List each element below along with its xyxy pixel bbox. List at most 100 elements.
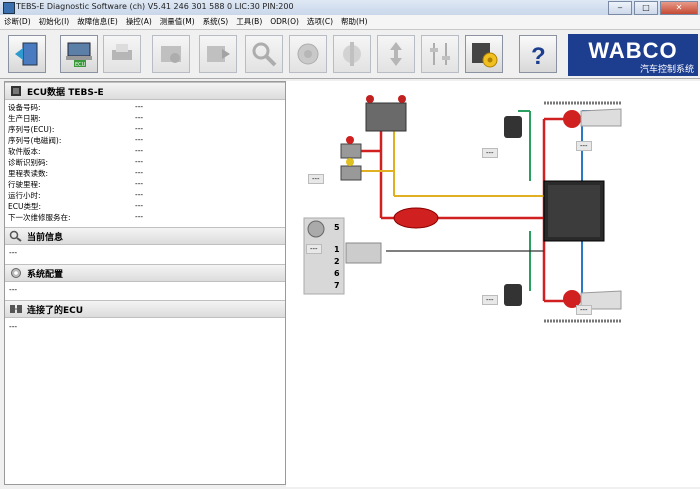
wabco-logo: WABCO 汽车控制系统	[568, 34, 698, 76]
height-button[interactable]	[377, 35, 415, 73]
menu-system[interactable]: 系统(S)	[199, 15, 233, 29]
sensor-button[interactable]	[333, 35, 371, 73]
magnifier-icon	[9, 230, 23, 242]
field-value: ---	[135, 201, 144, 210]
port-label: ---	[306, 244, 322, 254]
connected-ecu-header[interactable]: 连接了的ECU	[5, 300, 285, 318]
brake-button[interactable]	[289, 35, 327, 73]
exit-door-icon	[15, 42, 38, 66]
brake-chamber-icon	[297, 43, 319, 65]
system-config-value: ---	[9, 285, 18, 294]
gear-icon	[9, 267, 23, 279]
field-value: ---	[135, 102, 144, 111]
port-label: ---	[308, 174, 324, 184]
menu-odr[interactable]: ODR(O)	[266, 15, 303, 29]
window-title: TEBS-E Diagnostic Software (ch) V5.41 24…	[16, 2, 294, 11]
field-label: 生产日期:	[8, 114, 41, 123]
play-button[interactable]	[199, 35, 237, 73]
field-value: ---	[135, 212, 144, 221]
menu-tools[interactable]: 工具(B)	[232, 15, 266, 29]
relay-valve[interactable]	[340, 143, 362, 159]
port-label: ---	[482, 295, 498, 305]
field-value: ---	[135, 190, 144, 199]
system-diagram: --- --- --- --- --- --- 5 1 2 6 7	[286, 81, 700, 487]
menu-fault-info[interactable]: 故障信息(E)	[73, 15, 122, 29]
logo-tagline: 汽车控制系统	[639, 65, 694, 75]
connected-ecu-value: ---	[9, 322, 18, 331]
title-bar: TEBS-E Diagnostic Software (ch) V5.41 24…	[0, 0, 700, 16]
field-label: 下一次维修服务在:	[8, 213, 71, 222]
exit-button[interactable]	[8, 35, 46, 73]
field-value: ---	[135, 168, 144, 177]
current-info-value: ---	[9, 248, 18, 257]
connected-ecu-icon	[9, 303, 23, 315]
transfer-icon	[161, 46, 181, 63]
field-value: ---	[135, 124, 144, 133]
svg-text:ECU: ECU	[75, 62, 86, 68]
connected-ecu-title: 连接了的ECU	[27, 306, 84, 316]
modulator-valve[interactable]	[365, 102, 407, 132]
field-label: 序列号(电磁阀):	[8, 136, 62, 145]
sensor-icon	[343, 42, 361, 66]
ecu-connect-button[interactable]: ECU	[60, 35, 98, 73]
connector-number: 1	[334, 245, 340, 254]
parameter-button[interactable]	[421, 35, 459, 73]
system-config-title: 系统配置	[27, 270, 64, 280]
current-info-title: 当前信息	[27, 233, 64, 243]
menu-options[interactable]: 选项(C)	[303, 15, 337, 29]
field-value: ---	[135, 135, 144, 144]
current-info-header[interactable]: 当前信息	[5, 227, 285, 245]
logo-brand: WABCO	[588, 38, 678, 63]
ecu-settings-button[interactable]	[465, 35, 503, 73]
menu-measured-values[interactable]: 测量值(M)	[156, 15, 199, 29]
field-label: 行驶里程:	[8, 180, 41, 189]
port-label: ---	[576, 141, 592, 151]
air-bag-top[interactable]	[504, 116, 522, 138]
field-label: 软件版本:	[8, 147, 41, 156]
port-label: ---	[482, 148, 498, 158]
transfer-button[interactable]	[152, 35, 190, 73]
laptop-ecu-icon: ECU	[66, 42, 92, 68]
field-label: 诊断识别码:	[8, 158, 49, 167]
sliders-icon	[430, 43, 450, 65]
menu-diagnosis[interactable]: 诊断(D)	[0, 15, 35, 29]
print-button[interactable]	[103, 35, 141, 73]
air-reservoir[interactable]	[393, 207, 439, 229]
field-value: ---	[135, 113, 144, 122]
printer-icon	[112, 44, 132, 60]
air-bag-bottom[interactable]	[504, 284, 522, 306]
magnifier-icon	[252, 42, 277, 67]
emergency-valve[interactable]	[340, 165, 362, 181]
menu-bar: 诊断(D) 初始化(I) 故障信息(E) 操控(A) 测量值(M) 系统(S) …	[0, 15, 700, 30]
search-button[interactable]	[245, 35, 283, 73]
help-button[interactable]: ?	[519, 35, 557, 73]
connector-number: 6	[334, 269, 340, 278]
minimize-button[interactable]: ‒	[608, 1, 632, 15]
up-down-arrows-icon	[390, 42, 402, 66]
ecu-gear-icon	[472, 43, 498, 68]
field-value: ---	[135, 157, 144, 166]
help-question-icon: ?	[531, 43, 546, 68]
connector-number: 7	[334, 281, 340, 290]
menu-initialize[interactable]: 初始化(I)	[35, 15, 74, 29]
field-label: 里程表读数:	[8, 169, 49, 178]
app-icon	[3, 2, 15, 14]
system-config-header[interactable]: 系统配置	[5, 264, 285, 282]
menu-help[interactable]: 帮助(H)	[337, 15, 372, 29]
play-icon	[207, 46, 230, 62]
field-value: ---	[135, 179, 144, 188]
info-panel: ECU数据 TEBS-E 设备号码: --- 生产日期: --- 序列号(ECU…	[4, 81, 286, 485]
port-label: ---	[576, 305, 592, 315]
field-label: ECU类型:	[8, 202, 41, 211]
brake-chamber-top[interactable]	[563, 110, 581, 128]
connector-number: 2	[334, 257, 340, 266]
ecu-data-header[interactable]: ECU数据 TEBS-E	[5, 82, 285, 100]
svg-text:?: ?	[531, 43, 546, 68]
maximize-button[interactable]: □	[634, 1, 658, 15]
field-label: 序列号(ECU):	[8, 125, 55, 134]
field-value: ---	[135, 146, 144, 155]
close-button[interactable]: ✕	[660, 1, 698, 15]
field-label: 运行小时:	[8, 191, 41, 200]
menu-control[interactable]: 操控(A)	[122, 15, 156, 29]
ecu-chip-icon	[9, 85, 23, 97]
